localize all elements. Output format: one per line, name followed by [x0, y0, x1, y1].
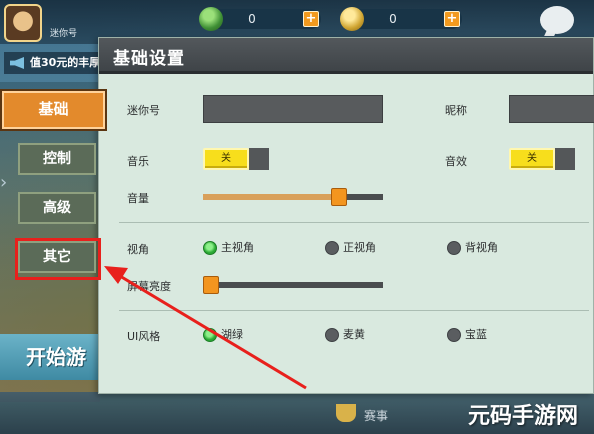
currency-gems: 0 +: [199, 7, 321, 31]
view-option-label: 正视角: [343, 241, 376, 254]
radio-icon: [325, 328, 339, 342]
volume-label: 音量: [127, 192, 149, 205]
promo-text: 值30元的丰厚: [30, 56, 101, 69]
tab-advanced[interactable]: 高级: [18, 192, 96, 224]
player-info: 迷你号: [50, 29, 78, 39]
volume-knob[interactable]: [331, 188, 347, 206]
music-label: 音乐: [127, 155, 149, 168]
brightness-label: 屏幕亮度: [127, 280, 171, 293]
settings-header: 基础设置: [99, 38, 593, 74]
currency-coins: 0 +: [340, 7, 462, 31]
ui-style-option-label: 湖绿: [221, 328, 243, 341]
settings-title: 基础设置: [113, 49, 185, 69]
divider: [119, 222, 589, 223]
radio-icon: [447, 328, 461, 342]
mini-id-field[interactable]: [203, 95, 383, 123]
view-label: 视角: [127, 243, 149, 256]
tab-controls[interactable]: 控制: [18, 143, 96, 175]
divider: [119, 310, 589, 311]
brightness-knob[interactable]: [203, 276, 219, 294]
sfx-toggle-track: [555, 148, 575, 170]
ui-style-option-blue[interactable]: 宝蓝: [447, 328, 487, 342]
ui-style-option-yellow[interactable]: 麦黄: [325, 328, 365, 342]
ui-style-option-green[interactable]: 湖绿: [203, 328, 243, 342]
nickname-label: 昵称: [445, 104, 467, 117]
tab-basic[interactable]: 基础: [0, 89, 107, 131]
view-option-back[interactable]: 背视角: [447, 241, 498, 255]
annotation-highlight-box: [15, 238, 101, 280]
watermark-text: 元码手游网: [468, 404, 579, 429]
view-option-label: 背视角: [465, 241, 498, 254]
sfx-toggle-state: 关: [509, 148, 555, 170]
coin-count: 0: [389, 12, 397, 26]
music-toggle[interactable]: 关: [203, 148, 269, 170]
sfx-toggle[interactable]: 关: [509, 148, 575, 170]
brightness-track: [211, 282, 383, 288]
speaker-icon: [10, 57, 24, 69]
music-toggle-track: [249, 148, 269, 170]
chevron-left-icon[interactable]: ›: [0, 172, 10, 196]
view-option-first-person[interactable]: 主视角: [203, 241, 254, 255]
radio-icon: [447, 241, 461, 255]
radio-icon: [203, 328, 217, 342]
add-coins-button[interactable]: +: [444, 11, 460, 27]
trophy-icon[interactable]: [336, 404, 356, 422]
gem-count: 0: [248, 12, 256, 26]
sfx-label: 音效: [445, 155, 467, 168]
volume-fill: [203, 194, 339, 200]
music-toggle-state: 关: [203, 148, 249, 170]
event-label[interactable]: 赛事: [364, 407, 388, 424]
add-gems-button[interactable]: +: [303, 11, 319, 27]
volume-slider[interactable]: [203, 188, 383, 206]
chat-icon[interactable]: [540, 6, 574, 34]
radio-icon: [325, 241, 339, 255]
ui-style-option-label: 宝蓝: [465, 328, 487, 341]
brightness-slider[interactable]: [203, 276, 383, 294]
start-game-button[interactable]: 开始游: [0, 334, 100, 380]
view-option-front[interactable]: 正视角: [325, 241, 376, 255]
view-option-label: 主视角: [221, 241, 254, 254]
mini-id-label: 迷你号: [127, 104, 160, 117]
settings-panel: 基础设置 迷你号 昵称 音乐 关 音效 关 音量 视角 主视角 正视角 背视角 …: [98, 37, 594, 394]
player-avatar[interactable]: [4, 4, 42, 42]
ui-style-option-label: 麦黄: [343, 328, 365, 341]
nickname-field[interactable]: [509, 95, 594, 123]
radio-icon: [203, 241, 217, 255]
ui-style-label: UI风格: [127, 330, 161, 343]
